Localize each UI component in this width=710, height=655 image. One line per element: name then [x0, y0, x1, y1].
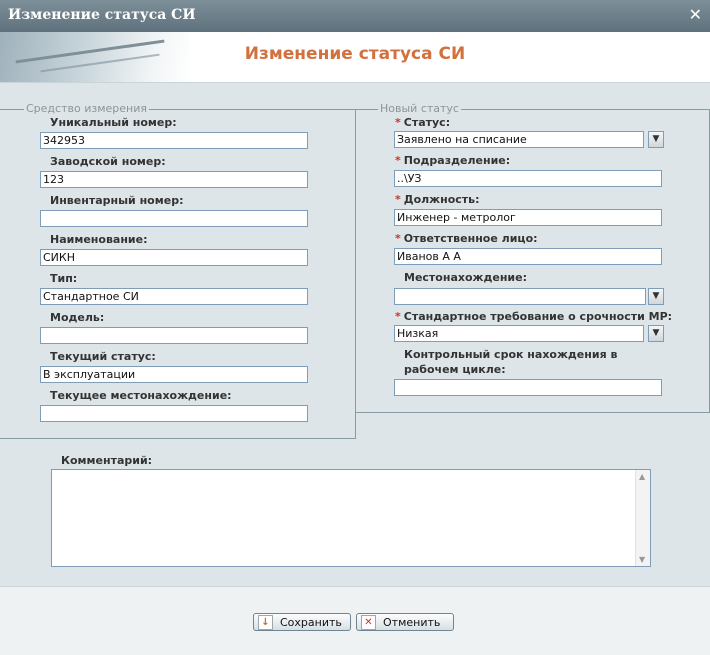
save-button[interactable]: ↓ Сохранить	[253, 613, 351, 631]
urgency-label: * Стандартное требование о срочности МР:	[395, 310, 673, 323]
location-select-value	[394, 288, 646, 305]
serial-number-label: Заводской номер:	[50, 155, 166, 168]
comment-textarea[interactable]: ▲ ▼	[51, 469, 651, 567]
fieldset-legend-instrument: Средство измерения	[24, 102, 149, 115]
chevron-down-icon[interactable]: ▼	[648, 131, 664, 148]
name-field[interactable]: СИКН	[40, 249, 308, 266]
urgency-select[interactable]: Низкая ▼	[394, 325, 664, 342]
required-mark: *	[395, 193, 401, 206]
cancel-icon: ✕	[361, 615, 376, 630]
deadline-label-line1: Контрольный срок нахождения в	[404, 348, 618, 361]
position-label: * Должность:	[395, 193, 480, 206]
required-mark: *	[395, 310, 401, 323]
comment-label: Комментарий:	[61, 454, 153, 467]
dialog-footer	[0, 586, 710, 655]
responsible-person-label: * Ответственное лицо:	[395, 232, 538, 245]
window-title: Изменение статуса СИ	[8, 7, 196, 23]
fieldset-legend-new-status: Новый статус	[378, 102, 461, 115]
serial-number-field[interactable]: 123	[40, 171, 308, 188]
scroll-down-icon[interactable]: ▼	[639, 555, 645, 564]
title-bar: Изменение статуса СИ ✕	[0, 0, 710, 32]
chevron-down-icon[interactable]: ▼	[648, 288, 664, 305]
required-mark: *	[395, 116, 401, 129]
inventory-number-label: Инвентарный номер:	[50, 194, 184, 207]
save-icon: ↓	[258, 615, 273, 630]
current-status-field[interactable]: В эксплуатации	[40, 366, 308, 383]
deadline-field[interactable]	[394, 379, 662, 396]
inventory-number-field[interactable]	[40, 210, 308, 227]
current-location-label: Текущее местонахождение:	[50, 389, 232, 402]
chevron-down-icon[interactable]: ▼	[648, 325, 664, 342]
type-field[interactable]: Стандартное СИ	[40, 288, 308, 305]
cancel-button[interactable]: ✕ Отменить	[356, 613, 454, 631]
unique-number-field[interactable]: 342953	[40, 132, 308, 149]
model-label: Модель:	[50, 311, 105, 324]
location-label: Местонахождение:	[404, 271, 527, 284]
current-status-label: Текущий статус:	[50, 350, 156, 363]
status-label: * Статус:	[395, 116, 451, 129]
required-mark: *	[395, 154, 401, 167]
division-field[interactable]: ..\УЗ	[394, 170, 662, 187]
position-field[interactable]: Инженер - метролог	[394, 209, 662, 226]
name-label: Наименование:	[50, 233, 148, 246]
dialog-header: Изменение статуса СИ	[0, 32, 710, 83]
unique-number-label: Уникальный номер:	[50, 116, 177, 129]
cancel-button-label: Отменить	[383, 616, 441, 629]
urgency-select-value: Низкая	[394, 325, 644, 342]
scroll-up-icon[interactable]: ▲	[639, 472, 645, 481]
type-label: Тип:	[50, 272, 78, 285]
close-icon[interactable]: ✕	[689, 5, 702, 24]
dialog-window: Изменение статуса СИ ✕ Изменение статуса…	[0, 0, 710, 655]
status-select[interactable]: Заявлено на списание ▼	[394, 131, 664, 148]
textarea-scrollbar[interactable]: ▲ ▼	[635, 470, 650, 566]
deadline-label-line2: рабочем цикле:	[404, 363, 506, 376]
save-button-label: Сохранить	[280, 616, 342, 629]
page-title: Изменение статуса СИ	[244, 44, 466, 64]
model-field[interactable]	[40, 327, 308, 344]
division-label: * Подразделение:	[395, 154, 511, 167]
location-select[interactable]: ▼	[394, 288, 664, 305]
responsible-person-field[interactable]: Иванов А А	[394, 248, 662, 265]
required-mark: *	[395, 232, 401, 245]
current-location-field[interactable]	[40, 405, 308, 422]
status-select-value: Заявлено на списание	[394, 131, 644, 148]
